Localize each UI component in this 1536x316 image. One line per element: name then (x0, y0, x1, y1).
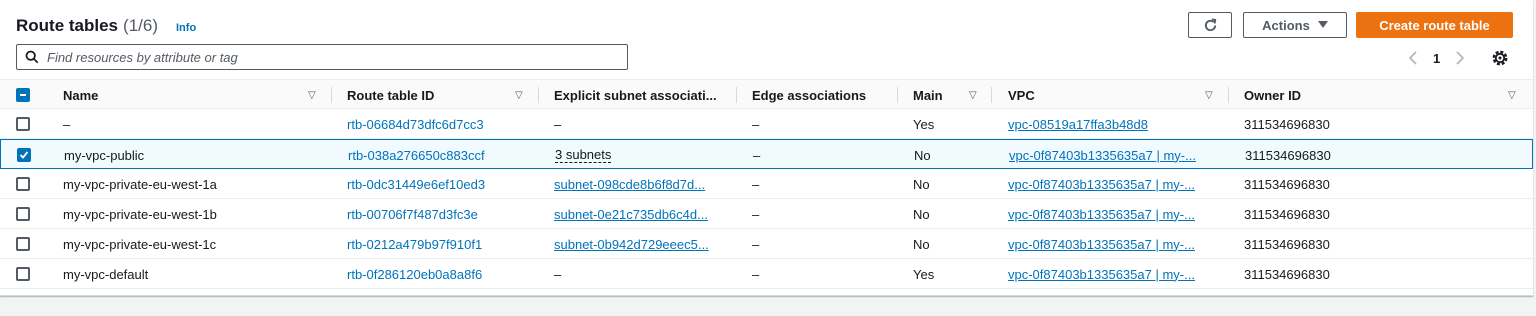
cell-vpc[interactable]: vpc-0f87403b1335635a7 | my-... (1008, 229, 1218, 259)
row-checkbox[interactable] (16, 169, 30, 199)
subnet-association[interactable]: subnet-0e21c735db6c4d... (554, 207, 708, 222)
cell-explicit-subnet[interactable]: subnet-0b942d729eeec5... (554, 229, 729, 259)
select-all-checkbox[interactable] (16, 80, 30, 110)
table-header: Name ▽ Route table ID ▽ Explicit subnet … (0, 79, 1533, 109)
page-title: Route tables (16, 16, 119, 35)
panel-header: Route tables (1/6) Info (16, 12, 196, 40)
filter-vpc-icon[interactable]: ▽ (1205, 80, 1213, 110)
cell-owner-id: 311534696830 (1244, 206, 1330, 222)
cell-main: No (914, 147, 931, 163)
column-explicit-subnet[interactable]: Explicit subnet associati... (554, 80, 717, 110)
column-name[interactable]: Name (63, 80, 98, 110)
row-checkbox[interactable] (16, 109, 30, 139)
column-edge-associations[interactable]: Edge associations (752, 80, 866, 110)
cell-route-table-id[interactable]: rtb-0dc31449e6ef10ed3 (347, 169, 532, 199)
cell-main: Yes (913, 266, 935, 282)
cell-edge-associations: – (752, 236, 760, 252)
cell-explicit-subnet: – (554, 109, 729, 139)
route-tables-panel: Route tables (1/6) Info Actions Create r… (0, 0, 1533, 296)
cell-owner-id: 311534696830 (1244, 236, 1330, 252)
cell-name: – (63, 116, 71, 132)
refresh-icon (1204, 17, 1216, 31)
filter-main-icon[interactable]: ▽ (969, 80, 977, 110)
current-page[interactable]: 1 (1433, 51, 1440, 66)
row-checkbox[interactable] (16, 229, 30, 259)
selection-count: (1/6) (123, 16, 158, 35)
table-row[interactable]: my-vpc-private-eu-west-1b rtb-00706f7f487… (0, 199, 1533, 229)
cell-vpc[interactable]: vpc-0f87403b1335635a7 | my-... (1008, 199, 1218, 229)
table-row[interactable]: my-vpc-private-eu-west-1c rtb-0212a479b97… (0, 229, 1533, 259)
cell-route-table-id[interactable]: rtb-06684d73dfc6d7cc3 (347, 109, 532, 139)
subnet-association: – (554, 116, 562, 132)
column-main[interactable]: Main (913, 80, 943, 110)
cell-name: my-vpc-private-eu-west-1c (63, 236, 217, 252)
subnet-association[interactable]: subnet-098cde8b6f8d7d... (554, 177, 705, 192)
cell-explicit-subnet: – (554, 259, 729, 289)
info-link[interactable]: Info (176, 22, 196, 34)
actions-label: Actions (1262, 17, 1310, 33)
cell-route-table-id[interactable]: rtb-0f286120eb0a8a8f6 (347, 259, 532, 289)
cell-main: Yes (913, 116, 935, 132)
subnet-association: – (554, 266, 562, 282)
next-page-icon[interactable] (1452, 51, 1468, 65)
cell-edge-associations: – (752, 176, 760, 192)
pagination: 1 (1405, 46, 1468, 70)
cell-route-table-id[interactable]: rtb-00706f7f487d3fc3e (347, 199, 532, 229)
search-input[interactable] (47, 49, 607, 65)
caret-down-icon (1317, 21, 1328, 28)
cell-name: my-vpc-public (64, 147, 145, 163)
cell-vpc[interactable]: vpc-08519a17ffa3b48d8 (1008, 109, 1218, 139)
cell-edge-associations: – (752, 206, 760, 222)
filter-route-table-id-icon[interactable]: ▽ (515, 80, 523, 110)
row-checkbox[interactable] (17, 140, 31, 170)
cell-route-table-id[interactable]: rtb-038a276650c883ccf (348, 140, 533, 170)
cell-vpc[interactable]: vpc-0f87403b1335635a7 | my-... (1009, 140, 1219, 170)
subnet-association[interactable]: 3 subnets (555, 147, 612, 163)
cell-vpc[interactable]: vpc-0f87403b1335635a7 | my-... (1008, 169, 1218, 199)
refresh-button[interactable] (1188, 12, 1232, 38)
gear-icon[interactable] (1490, 48, 1510, 68)
previous-page-icon[interactable] (1405, 51, 1421, 65)
cell-main: No (913, 176, 930, 192)
cell-edge-associations: – (752, 116, 760, 132)
cell-explicit-subnet[interactable]: subnet-0e21c735db6c4d... (554, 199, 729, 229)
row-checkbox[interactable] (16, 259, 30, 289)
cell-main: No (913, 236, 930, 252)
table-row[interactable]: my-vpc-default rtb-0f286120eb0a8a8f6 – – Yes… (0, 259, 1533, 289)
row-checkbox[interactable] (16, 199, 30, 229)
table-row[interactable]: my-vpc-public rtb-038a276650c883ccf 3 subn… (0, 139, 1533, 169)
cell-edge-associations: – (752, 266, 760, 282)
search-field[interactable] (16, 44, 628, 70)
filter-name-icon[interactable]: ▽ (308, 80, 316, 110)
search-icon (25, 50, 39, 64)
route-tables-table: Name ▽ Route table ID ▽ Explicit subnet … (0, 79, 1533, 289)
cell-vpc[interactable]: vpc-0f87403b1335635a7 | my-... (1008, 259, 1218, 289)
column-vpc[interactable]: VPC (1008, 80, 1035, 110)
cell-main: No (913, 206, 930, 222)
table-body: – rtb-06684d73dfc6d7cc3 – – Yes vpc-08519a17f… (0, 109, 1533, 289)
table-row[interactable]: my-vpc-private-eu-west-1a rtb-0dc31449e6e… (0, 169, 1533, 199)
table-row[interactable]: – rtb-06684d73dfc6d7cc3 – – Yes vpc-08519a17f… (0, 109, 1533, 139)
cell-name: my-vpc-default (63, 266, 149, 282)
column-owner-id[interactable]: Owner ID (1244, 80, 1301, 110)
subnet-association[interactable]: subnet-0b942d729eeec5... (554, 237, 709, 252)
cell-owner-id: 311534696830 (1244, 176, 1330, 192)
actions-button[interactable]: Actions (1243, 12, 1347, 38)
create-route-table-button[interactable]: Create route table (1356, 12, 1513, 38)
cell-route-table-id[interactable]: rtb-0212a479b97f910f1 (347, 229, 532, 259)
cell-owner-id: 311534696830 (1245, 147, 1331, 163)
cell-owner-id: 311534696830 (1244, 116, 1330, 132)
cell-explicit-subnet[interactable]: 3 subnets (555, 140, 730, 170)
cell-owner-id: 311534696830 (1244, 266, 1330, 282)
column-route-table-id[interactable]: Route table ID (347, 80, 434, 110)
cell-edge-associations: – (753, 147, 761, 163)
cell-explicit-subnet[interactable]: subnet-098cde8b6f8d7d... (554, 169, 729, 199)
cell-name: my-vpc-private-eu-west-1b (63, 206, 217, 222)
cell-name: my-vpc-private-eu-west-1a (63, 176, 217, 192)
filter-owner-id-icon[interactable]: ▽ (1508, 80, 1516, 110)
